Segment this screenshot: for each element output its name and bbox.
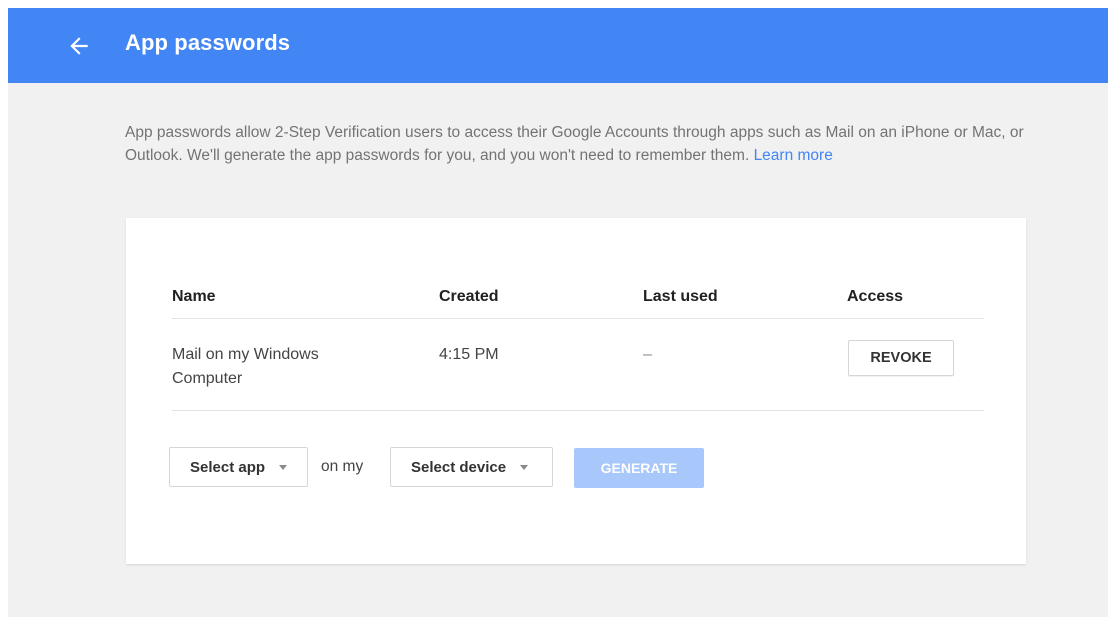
arrow-back-icon bbox=[70, 37, 88, 55]
intro-description: App passwords allow 2-Step Verification … bbox=[125, 124, 1024, 164]
column-header-access: Access bbox=[847, 288, 904, 305]
select-device-dropdown[interactable]: Select device bbox=[390, 447, 553, 487]
app-bar: App passwords bbox=[8, 8, 1108, 83]
column-header-created: Created bbox=[439, 288, 499, 305]
page-title: App passwords bbox=[125, 30, 291, 55]
select-app-label: Select app bbox=[190, 458, 266, 476]
password-created: 4:15 PM bbox=[439, 346, 499, 363]
caret-down-icon bbox=[520, 465, 529, 470]
generate-button[interactable]: GENERATE bbox=[574, 448, 704, 488]
column-header-name: Name bbox=[172, 288, 216, 305]
caret-down-icon bbox=[279, 465, 288, 470]
app-passwords-card: Name Created Last used Access Mail on my… bbox=[126, 218, 1026, 564]
select-device-label: Select device bbox=[411, 458, 507, 476]
row-divider bbox=[172, 410, 984, 411]
on-my-label: on my bbox=[321, 458, 364, 475]
back-button[interactable] bbox=[66, 33, 92, 59]
learn-more-link[interactable]: Learn more bbox=[754, 147, 833, 164]
intro-text: App passwords allow 2-Step Verification … bbox=[125, 121, 1025, 167]
select-app-dropdown[interactable]: Select app bbox=[169, 447, 308, 487]
password-last-used: – bbox=[643, 346, 652, 363]
page: App passwords App passwords allow 2-Step… bbox=[8, 8, 1108, 617]
header-divider bbox=[172, 318, 984, 319]
revoke-button[interactable]: REVOKE bbox=[848, 340, 954, 376]
password-name: Mail on my Windows Computer bbox=[172, 346, 319, 387]
column-header-last-used: Last used bbox=[643, 288, 718, 305]
